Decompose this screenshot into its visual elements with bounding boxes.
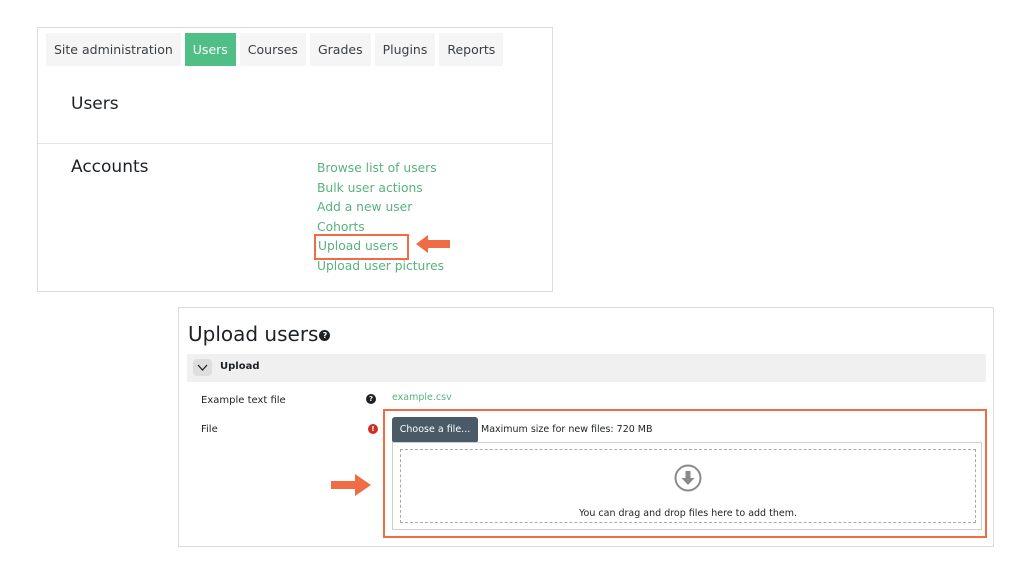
example-csv-link[interactable]: example.csv — [392, 392, 452, 403]
tab-plugins[interactable]: Plugins — [374, 33, 436, 66]
max-size-text: Maximum size for new files: 720 MB — [481, 424, 653, 435]
users-heading: Users — [71, 94, 119, 114]
page-title-text: Upload users — [188, 322, 319, 346]
example-text-file-label: Example text file — [201, 395, 286, 406]
collapse-toggle-button[interactable] — [193, 359, 212, 376]
link-add-a-new-user[interactable]: Add a new user — [317, 198, 444, 218]
tab-reports[interactable]: Reports — [439, 33, 504, 66]
tab-courses[interactable]: Courses — [239, 33, 306, 66]
download-arrow-icon — [674, 464, 702, 492]
question-circle-icon[interactable]: ? — [319, 330, 331, 341]
accounts-links: Browse list of users Bulk user actions A… — [314, 159, 444, 277]
drop-instructions: You can drag and drop files here to add … — [579, 508, 797, 519]
link-browse-list-of-users[interactable]: Browse list of users — [317, 159, 444, 179]
page-title: Upload users? — [188, 322, 331, 346]
upload-users-panel: Upload users? Upload Example text file ?… — [178, 307, 994, 547]
left-arrow-pointer-icon — [416, 235, 450, 253]
question-circle-icon[interactable]: ? — [366, 394, 376, 404]
admin-tabs: Site administration Users Courses Grades… — [46, 33, 504, 66]
choose-file-button[interactable]: Choose a file... — [392, 417, 478, 443]
link-upload-user-pictures[interactable]: Upload user pictures — [317, 257, 444, 277]
tab-users[interactable]: Users — [184, 33, 236, 66]
file-label: File — [201, 424, 218, 435]
section-divider — [38, 143, 552, 144]
upload-section-header[interactable]: Upload — [187, 354, 986, 382]
accounts-heading: Accounts — [71, 157, 149, 177]
chevron-down-icon — [197, 364, 208, 371]
link-upload-users[interactable]: Upload users — [314, 234, 409, 260]
right-arrow-pointer-icon — [331, 474, 371, 496]
tab-site-administration[interactable]: Site administration — [46, 33, 181, 66]
required-exclamation-icon: ! — [368, 424, 378, 434]
link-bulk-user-actions[interactable]: Bulk user actions — [317, 179, 444, 199]
section-label: Upload — [220, 361, 260, 372]
file-dropzone[interactable]: You can drag and drop files here to add … — [392, 442, 982, 530]
tab-grades[interactable]: Grades — [309, 33, 371, 66]
site-admin-panel: Site administration Users Courses Grades… — [37, 27, 553, 292]
dropzone-dashed-area[interactable]: You can drag and drop files here to add … — [400, 449, 976, 523]
